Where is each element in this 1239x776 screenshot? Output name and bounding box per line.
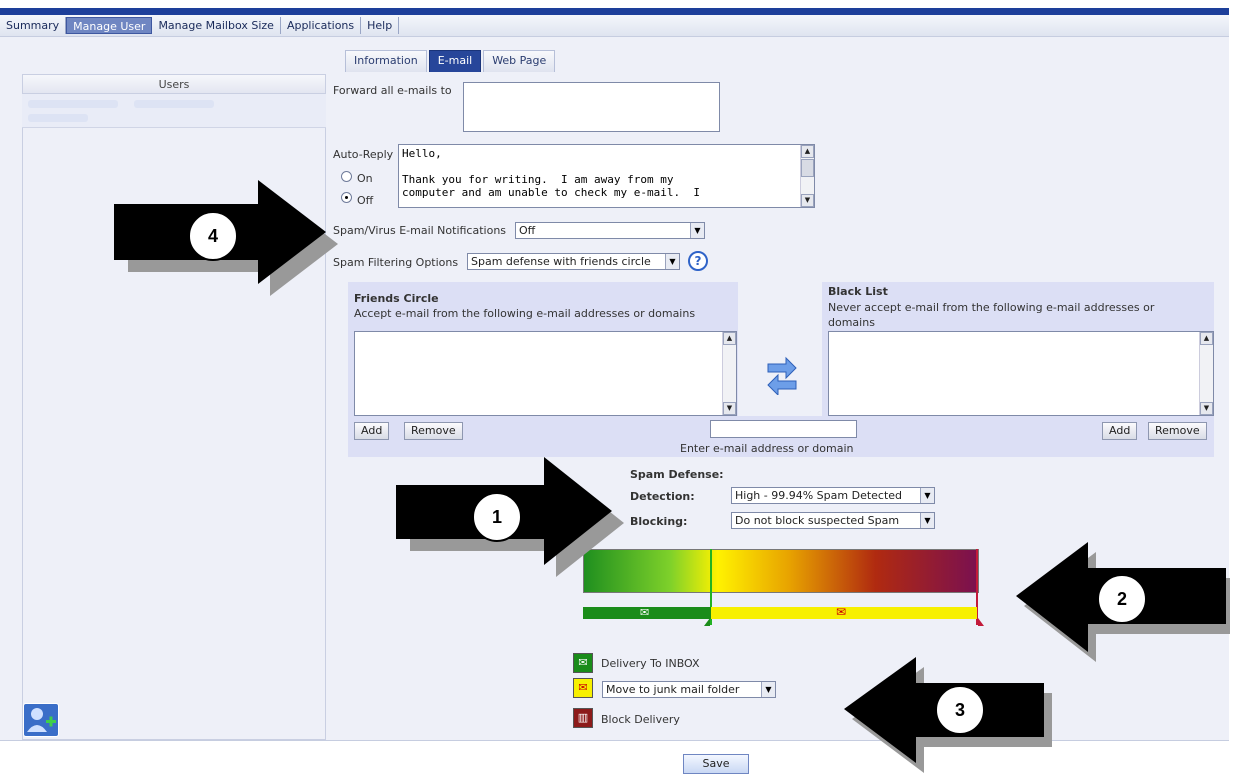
brand-bar — [0, 8, 1229, 15]
user-row-blurred[interactable] — [134, 100, 214, 108]
scroll-up-icon[interactable]: ▲ — [1200, 332, 1213, 345]
black-list[interactable]: ▲ ▼ — [828, 331, 1214, 416]
notifications-select[interactable]: Off ▼ — [515, 222, 705, 239]
add-user-icon — [27, 708, 56, 732]
detection-handle-icon[interactable] — [704, 618, 710, 626]
scroll-down-icon[interactable]: ▼ — [801, 194, 814, 207]
help-icon[interactable]: ? — [688, 251, 708, 271]
scroll-up-icon[interactable]: ▲ — [801, 145, 814, 158]
friends-title: Friends Circle — [354, 292, 439, 305]
friends-scrollbar[interactable]: ▲ ▼ — [722, 332, 736, 415]
scroll-down-icon[interactable]: ▼ — [1200, 402, 1213, 415]
blacklist-description: Never accept e-mail from the following e… — [828, 301, 1155, 314]
blacklist-description-cont: domains — [828, 316, 875, 329]
menu-applications[interactable]: Applications — [281, 17, 362, 34]
callout-4-badge: 4 — [188, 211, 238, 261]
blocking-select[interactable]: Do not block suspected Spam ▼ — [731, 512, 935, 529]
callout-1-badge: 1 — [472, 492, 522, 542]
autoreply-scrollbar[interactable]: ▲ ▼ — [800, 145, 814, 207]
autoreply-label: Auto-Reply — [333, 148, 394, 161]
blacklist-remove-button[interactable]: Remove — [1148, 422, 1207, 440]
envelope-icon: ✉ — [640, 606, 650, 619]
inbox-legend-icon: ✉ — [573, 653, 593, 673]
autoreply-message-field[interactable]: Hello, Thank you for writing. I am away … — [398, 144, 815, 208]
notifications-label: Spam/Virus E-mail Notifications — [333, 224, 507, 237]
filtering-select-value: Spam defense with friends circle — [471, 255, 651, 268]
trash-legend-icon: ▥ — [573, 708, 593, 728]
inbox-legend-label: Delivery To INBOX — [601, 657, 700, 670]
tab-information[interactable]: Information — [345, 50, 427, 72]
scroll-up-icon[interactable]: ▲ — [723, 332, 736, 345]
junk-legend-icon: ✉ — [573, 678, 593, 698]
blacklist-scrollbar[interactable]: ▲ ▼ — [1199, 332, 1213, 415]
detection-select-value: High - 99.94% Spam Detected — [735, 489, 903, 502]
menu-summary[interactable]: Summary — [0, 17, 67, 34]
save-button[interactable]: Save — [683, 754, 749, 774]
filtering-label: Spam Filtering Options — [333, 256, 459, 269]
notifications-select-value: Off — [519, 224, 536, 237]
user-row-blurred[interactable] — [28, 114, 88, 122]
tab-email[interactable]: E-mail — [428, 50, 482, 72]
filtering-select[interactable]: Spam defense with friends circle ▼ — [467, 253, 680, 270]
main-menu: Summary Manage User Manage Mailbox Size … — [0, 15, 1229, 37]
spam-level-gradient[interactable] — [583, 549, 979, 593]
menu-manage-mailbox-size[interactable]: Manage Mailbox Size — [152, 17, 281, 34]
blocking-handle-icon[interactable] — [978, 618, 984, 626]
chevron-down-icon[interactable]: ▼ — [920, 513, 934, 528]
email-domain-input[interactable] — [710, 420, 857, 438]
chevron-down-icon[interactable]: ▼ — [920, 488, 934, 503]
chevron-down-icon[interactable]: ▼ — [761, 682, 775, 697]
tab-web-page[interactable]: Web Page — [483, 50, 556, 72]
autoreply-off-label: Off — [357, 194, 374, 207]
scroll-down-icon[interactable]: ▼ — [723, 402, 736, 415]
friends-remove-button[interactable]: Remove — [404, 422, 463, 440]
callout-2-badge: 2 — [1097, 574, 1147, 624]
menu-help[interactable]: Help — [361, 17, 400, 34]
users-list[interactable] — [22, 94, 326, 128]
blacklist-title: Black List — [828, 285, 888, 298]
friends-description: Accept e-mail from the following e-mail … — [354, 307, 696, 320]
menu-manage-user[interactable]: Manage User — [66, 17, 153, 34]
add-user-button[interactable] — [23, 703, 59, 737]
detection-label: Detection: — [630, 490, 695, 503]
forward-label: Forward all e-mails to — [333, 84, 452, 97]
autoreply-on-label: On — [357, 172, 373, 185]
chevron-down-icon[interactable]: ▼ — [665, 254, 679, 269]
friends-add-button[interactable]: Add — [354, 422, 390, 440]
autoreply-on-radio[interactable] — [341, 171, 352, 182]
junk-envelope-icon: ✉ — [836, 605, 847, 619]
users-header: Users — [22, 74, 326, 94]
user-row-blurred[interactable] — [28, 100, 118, 108]
callout-3-badge: 3 — [935, 685, 985, 735]
friends-circle-list[interactable]: ▲ ▼ — [354, 331, 737, 416]
block-legend-label: Block Delivery — [601, 713, 680, 726]
tab-bar: Information E-mail Web Page — [345, 50, 557, 74]
spam-defense-title: Spam Defense: — [630, 468, 724, 481]
detection-select[interactable]: High - 99.94% Spam Detected ▼ — [731, 487, 935, 504]
users-panel — [22, 74, 326, 740]
blacklist-add-button[interactable]: Add — [1102, 422, 1138, 440]
chevron-down-icon[interactable]: ▼ — [690, 223, 704, 238]
scroll-thumb[interactable] — [801, 159, 814, 177]
forward-email-field[interactable] — [463, 82, 720, 132]
autoreply-off-radio[interactable] — [341, 192, 352, 203]
blocking-label: Blocking: — [630, 515, 688, 528]
junk-action-select-value: Move to junk mail folder — [606, 683, 740, 696]
junk-action-select[interactable]: Move to junk mail folder ▼ — [602, 681, 776, 698]
entry-caption: Enter e-mail address or domain — [680, 442, 854, 455]
autoreply-message-text: Hello, Thank you for writing. I am away … — [402, 147, 701, 199]
blocking-select-value: Do not block suspected Spam — [735, 514, 900, 527]
transfer-arrows-icon[interactable] — [764, 355, 800, 395]
